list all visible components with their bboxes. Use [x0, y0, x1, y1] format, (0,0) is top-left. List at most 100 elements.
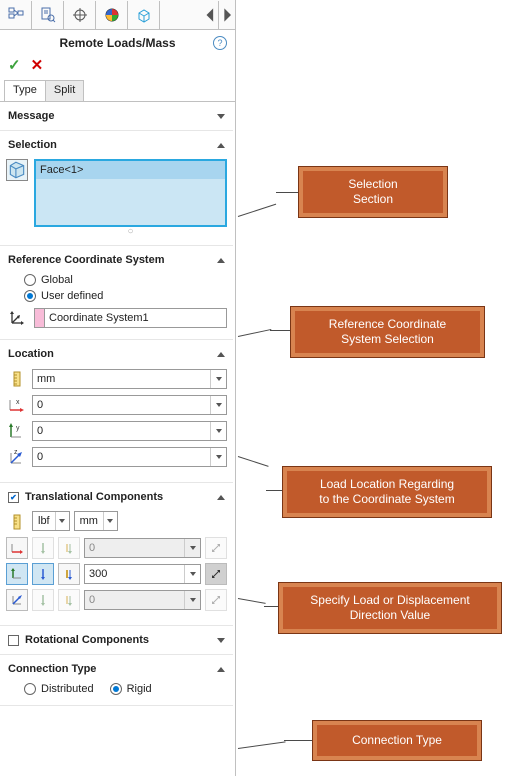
fy-axis-icon[interactable]: [6, 563, 28, 585]
callout-conn-text: Connection Type: [352, 733, 442, 747]
section-location-label: Location: [8, 348, 54, 360]
location-y-value: 0: [33, 423, 210, 439]
units-ruler-icon: [6, 511, 28, 533]
x-axis-icon: x: [6, 394, 28, 416]
reverse-dir-icon[interactable]: [205, 537, 227, 559]
checkbox-off-icon[interactable]: [8, 635, 19, 646]
units-ruler-icon: [6, 368, 28, 390]
radio-rigid[interactable]: Rigid: [110, 683, 152, 695]
radio-rigid-label: Rigid: [127, 683, 152, 695]
appearance-icon[interactable]: [96, 1, 128, 29]
property-manager-icon[interactable]: [32, 1, 64, 29]
radio-global-label: Global: [41, 274, 73, 286]
disp-dir2-icon[interactable]: [58, 563, 80, 585]
connector-line: [238, 204, 276, 217]
panel-title: Remote Loads/Mass: [59, 36, 175, 50]
reverse-dir-icon[interactable]: [205, 563, 227, 585]
location-y-input[interactable]: 0: [32, 421, 227, 441]
trans-y-input[interactable]: 300: [84, 564, 201, 584]
radio-off-icon: [24, 274, 36, 286]
location-z-input[interactable]: 0: [32, 447, 227, 467]
location-unit-select[interactable]: mm: [32, 369, 227, 389]
callout-refcoord-text: Reference Coordinate System Selection: [329, 317, 446, 346]
callout-selection-text: Selection Section: [348, 177, 397, 206]
disp-dir1-icon[interactable]: [58, 537, 80, 559]
property-manager-panel: Remote Loads/Mass ? ✓ ✕ Type Split Messa…: [0, 0, 236, 776]
y-axis-icon: y: [6, 420, 28, 442]
connector-line: [284, 740, 312, 741]
section-conn-header[interactable]: Connection Type: [6, 659, 227, 679]
chevron-up-icon: [217, 352, 225, 357]
dropdown-icon: [103, 512, 117, 530]
cancel-button[interactable]: ✕: [31, 56, 44, 74]
section-rot-header[interactable]: Rotational Components: [6, 630, 227, 650]
section-message-header[interactable]: Message: [6, 106, 227, 126]
disp-dir3-icon[interactable]: [58, 589, 80, 611]
selection-item[interactable]: Face<1>: [36, 161, 225, 179]
chevron-up-icon: [217, 143, 225, 148]
connector-line: [264, 606, 278, 607]
connector-line: [238, 329, 271, 337]
section-conn-label: Connection Type: [8, 663, 96, 675]
coord-system-icon[interactable]: [6, 307, 28, 329]
length-unit-select[interactable]: mm: [74, 511, 118, 531]
help-icon[interactable]: ?: [213, 36, 227, 50]
chevron-up-icon: [217, 667, 225, 672]
svg-text:x: x: [16, 399, 20, 406]
radio-user-defined[interactable]: User defined: [24, 290, 227, 302]
coord-system-input[interactable]: Coordinate System1: [34, 308, 227, 328]
dropdown-icon: [184, 565, 200, 583]
chevron-down-icon: [217, 114, 225, 119]
tab-type[interactable]: Type: [4, 80, 46, 101]
chevron-up-icon: [217, 495, 225, 500]
scroll-left-icon[interactable]: [203, 1, 219, 29]
confirm-row: ✓ ✕: [0, 52, 235, 80]
fx-axis-icon[interactable]: [6, 537, 28, 559]
fz-axis-icon[interactable]: [6, 589, 28, 611]
radio-on-icon: [110, 683, 122, 695]
display-manager-icon[interactable]: [128, 1, 160, 29]
ok-button[interactable]: ✓: [8, 56, 21, 74]
tab-split[interactable]: Split: [45, 80, 84, 101]
force-dir1-icon[interactable]: [32, 537, 54, 559]
section-rot-label: Rotational Components: [25, 634, 149, 646]
section-selection-header[interactable]: Selection: [6, 135, 227, 155]
section-trans-header[interactable]: Translational Components: [6, 487, 227, 507]
resize-grip-icon[interactable]: ○: [34, 227, 227, 235]
reverse-dir-icon[interactable]: [205, 589, 227, 611]
dropdown-icon: [210, 370, 226, 388]
trans-x-input: 0: [84, 538, 201, 558]
section-trans-label: Translational Components: [25, 491, 163, 503]
radio-on-icon: [24, 290, 36, 302]
length-unit-value: mm: [75, 513, 103, 529]
radio-distributed-label: Distributed: [41, 683, 94, 695]
tabs-row: Type Split: [0, 80, 235, 102]
force-dir2-icon[interactable]: [32, 563, 54, 585]
radio-global[interactable]: Global: [24, 274, 227, 286]
dropdown-icon: [210, 422, 226, 440]
checkbox-on-icon[interactable]: [8, 492, 19, 503]
dropdown-icon: [184, 539, 200, 557]
section-refcoord-header[interactable]: Reference Coordinate System: [6, 250, 227, 270]
force-dir3-icon[interactable]: [32, 589, 54, 611]
force-unit-select[interactable]: lbf: [32, 511, 70, 531]
scroll-area[interactable]: Message Selection Face<1>: [0, 102, 235, 776]
connector-line: [238, 598, 266, 604]
feature-tree-icon[interactable]: [0, 1, 32, 29]
config-manager-icon[interactable]: [64, 1, 96, 29]
callout-conn: Connection Type: [312, 720, 482, 761]
dropdown-icon: [184, 591, 200, 609]
location-x-input[interactable]: 0: [32, 395, 227, 415]
trans-y-value: 300: [85, 566, 184, 582]
section-location-header[interactable]: Location: [6, 344, 227, 364]
radio-distributed[interactable]: Distributed: [24, 683, 94, 695]
section-refcoord-label: Reference Coordinate System: [8, 254, 165, 266]
face-icon[interactable]: [6, 159, 28, 181]
callout-selection: Selection Section: [298, 166, 448, 218]
top-toolbar: [0, 0, 235, 30]
scroll-right-icon[interactable]: [219, 1, 235, 29]
connector-line: [276, 192, 298, 193]
trans-z-value: 0: [85, 592, 184, 608]
force-unit-value: lbf: [33, 513, 55, 529]
selection-list[interactable]: Face<1>: [34, 159, 227, 227]
